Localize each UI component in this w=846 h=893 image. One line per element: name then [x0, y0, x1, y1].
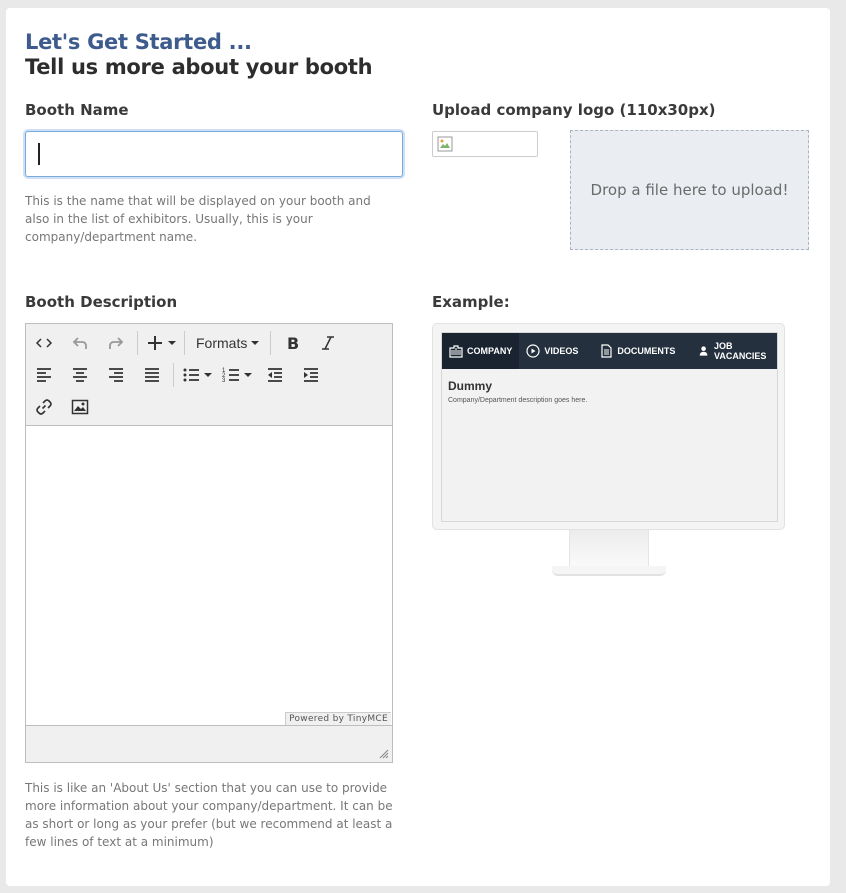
- insert-plus-icon[interactable]: [141, 329, 181, 357]
- booth-description-label: Booth Description: [25, 293, 178, 311]
- example-screen: COMPANY VIDEOS DOCUMENTS JOB VACANCIES D…: [441, 332, 778, 522]
- toolbar-separator: [184, 331, 185, 355]
- align-justify-icon[interactable]: [134, 361, 170, 389]
- document-icon: [601, 344, 612, 358]
- example-label: Example:: [432, 293, 510, 311]
- redo-icon[interactable]: [98, 329, 134, 357]
- example-nav-videos: VIDEOS: [519, 333, 585, 369]
- example-screen-desc: Company/Department description goes here…: [448, 397, 588, 404]
- logo-upload-label: Upload company logo (110x30px): [432, 101, 716, 119]
- toolbar-row-1: Formats B: [26, 328, 346, 358]
- booth-name-label: Booth Name: [25, 101, 129, 119]
- person-icon: [700, 346, 708, 356]
- toolbar-row-3: [26, 392, 98, 422]
- image-icon[interactable]: [62, 393, 98, 421]
- source-code-icon[interactable]: [26, 329, 62, 357]
- indent-icon[interactable]: [293, 361, 329, 389]
- building-icon: [449, 345, 463, 358]
- monitor-stand-neck: [569, 530, 649, 568]
- resize-handle-icon[interactable]: [379, 749, 389, 759]
- link-icon[interactable]: [26, 393, 62, 421]
- toolbar-row-2: 123: [26, 360, 329, 390]
- text-cursor: [38, 143, 40, 165]
- booth-description-help: This is like an 'About Us' section that …: [25, 781, 393, 849]
- example-nav-company: COMPANY: [442, 333, 520, 369]
- bold-icon[interactable]: B: [274, 329, 310, 357]
- example-nav: COMPANY VIDEOS DOCUMENTS JOB VACANCIES: [442, 333, 777, 369]
- booth-name-input[interactable]: [25, 131, 403, 177]
- play-icon: [526, 344, 540, 358]
- example-nav-documents: DOCUMENTS: [585, 333, 687, 369]
- align-center-icon[interactable]: [62, 361, 98, 389]
- page-title: Let's Get Started ...: [25, 30, 252, 54]
- undo-icon[interactable]: [62, 329, 98, 357]
- page-subtitle: Tell us more about your booth: [25, 55, 373, 79]
- monitor-stand-base: [552, 566, 666, 576]
- example-monitor: COMPANY VIDEOS DOCUMENTS JOB VACANCIES D…: [432, 323, 785, 530]
- logo-dropzone[interactable]: Drop a file here to upload!: [570, 130, 809, 250]
- bullet-list-icon[interactable]: [177, 361, 217, 389]
- powered-by-label[interactable]: Powered by TinyMCE: [285, 712, 391, 725]
- numbered-list-icon[interactable]: 123: [217, 361, 257, 389]
- italic-icon[interactable]: [310, 329, 346, 357]
- booth-name-help: This is the name that will be displayed …: [25, 194, 371, 244]
- broken-image-icon: [437, 136, 453, 152]
- formats-dropdown[interactable]: Formats: [188, 329, 267, 357]
- toolbar-separator: [270, 331, 272, 355]
- toolbar-separator: [173, 363, 174, 387]
- align-right-icon[interactable]: [98, 361, 134, 389]
- svg-text:3: 3: [222, 378, 226, 384]
- rich-text-editor: Formats B 123 Powered by TinyMCE: [25, 323, 393, 763]
- align-left-icon[interactable]: [26, 361, 62, 389]
- example-nav-job-vacancies: JOB VACANCIES: [687, 333, 777, 369]
- outdent-icon[interactable]: [257, 361, 293, 389]
- editor-content-area[interactable]: Powered by TinyMCE: [26, 425, 392, 726]
- chevron-down-icon: [251, 341, 260, 345]
- svg-text:B: B: [287, 334, 299, 352]
- formats-label: Formats: [196, 335, 248, 351]
- example-screen-title: Dummy: [448, 379, 493, 393]
- toolbar-separator: [137, 331, 138, 355]
